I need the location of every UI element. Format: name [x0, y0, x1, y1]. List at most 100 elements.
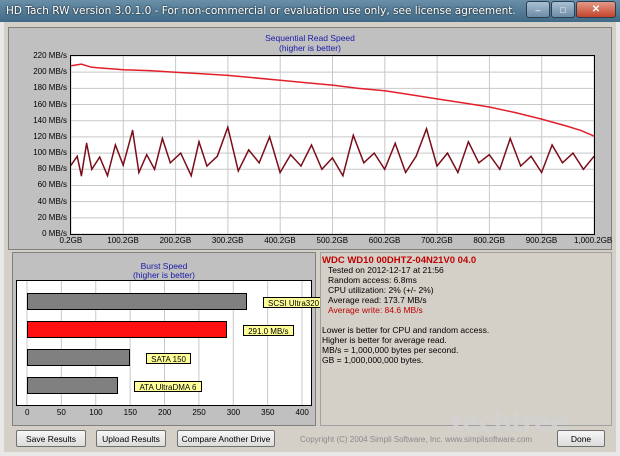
write-speed-series-point — [227, 126, 229, 128]
minimize-icon: – — [535, 4, 541, 15]
write-speed-series-point — [161, 137, 164, 140]
write-speed-series-point — [561, 162, 564, 164]
write-speed-series-point — [446, 152, 449, 154]
window-title: HD Tach RW version 3.0.1.0 - For non-com… — [6, 5, 516, 17]
write-speed-series-point — [106, 175, 109, 177]
write-speed-series-point — [394, 142, 396, 145]
read-speed-series-point — [112, 68, 114, 70]
write-speed-series-point — [509, 137, 511, 140]
seq-chart-subtitle: (higher is better) — [279, 43, 341, 53]
read-speed-series-point — [580, 129, 582, 132]
note-mbs: MB/s = 1,000,000 bytes per second. — [322, 345, 459, 355]
write-speed-series-point — [289, 154, 292, 156]
write-speed-series-point — [279, 171, 281, 174]
write-speed-series-point — [138, 171, 140, 174]
burst-chart-subtitle: (higher is better) — [133, 270, 195, 280]
write-speed-series-point — [425, 128, 428, 130]
seq-y-tick-label: 160 MB/s — [33, 99, 67, 109]
cpu-utilization: CPU utilization: 2% (+/- 2%) — [328, 285, 434, 295]
close-button[interactable]: ✕ — [576, 1, 616, 18]
sequential-read-chart — [71, 56, 594, 234]
seq-plot-area — [70, 55, 595, 235]
read-speed-series-point — [383, 90, 386, 92]
burst-x-tick-label: 350 — [261, 408, 275, 417]
seq-y-tick-label: 60 MB/s — [37, 180, 67, 190]
write-speed-series-point — [321, 168, 323, 170]
tested-on: Tested on 2012-12-17 at 21:56 — [328, 265, 444, 275]
write-speed-series-point — [467, 141, 470, 143]
write-speed-series-point — [499, 168, 501, 170]
write-speed-series-point — [85, 142, 88, 145]
window-controls: – □ ✕ — [525, 1, 616, 18]
burst-x-tick-label: 100 — [89, 408, 103, 417]
seq-x-tick-label: 500.2GB — [316, 236, 349, 245]
read-speed-series-point — [253, 77, 255, 79]
average-write: Average write: 84.6 MB/s — [328, 305, 423, 315]
write-speed-series-point — [572, 152, 574, 154]
read-speed-series-point — [436, 98, 438, 100]
read-speed-series-point — [200, 73, 203, 75]
read-speed-series-point — [331, 84, 334, 86]
write-speed-series-point — [91, 168, 93, 170]
write-speed-series-point — [436, 165, 438, 167]
burst-bar-label: ATA UltraDMA 6 — [134, 381, 202, 392]
write-speed-series-point — [206, 165, 208, 167]
write-speed-series-point — [352, 134, 355, 136]
done-button[interactable]: Done — [557, 430, 605, 447]
seq-y-tick-label: 120 MB/s — [33, 131, 67, 141]
write-speed-series-point — [153, 168, 156, 170]
close-icon: ✕ — [591, 4, 601, 15]
read-speed-series-point — [514, 111, 517, 114]
write-speed-series-point — [530, 155, 532, 158]
seq-x-tick-label: 100.2GB — [107, 236, 139, 245]
burst-x-tick-label: 250 — [192, 408, 206, 417]
read-speed-series-point — [80, 63, 83, 65]
write-speed-series-point — [540, 171, 543, 174]
note-cpu: Lower is better for CPU and random acces… — [322, 325, 490, 335]
write-speed-series-point — [373, 152, 375, 154]
burst-bar-reference — [27, 349, 131, 366]
burst-bar-label: SATA 150 — [146, 353, 191, 364]
burst-x-tick-label: 400 — [295, 408, 309, 417]
minimize-button[interactable]: – — [526, 1, 550, 18]
burst-bar-reference — [27, 293, 247, 310]
seq-y-tick-label: 40 MB/s — [37, 196, 67, 206]
write-speed-series-point — [331, 157, 334, 159]
burst-x-tick-label: 150 — [123, 408, 137, 417]
seq-y-tick-label: 220 MB/s — [33, 51, 67, 60]
average-read: Average read: 173.7 MB/s — [328, 295, 427, 305]
burst-bar-tested-drive — [27, 321, 228, 338]
maximize-button[interactable]: □ — [551, 1, 575, 18]
write-speed-series-point — [146, 154, 148, 156]
maximize-icon: □ — [560, 4, 566, 15]
read-speed-series-point — [567, 125, 569, 128]
burst-x-tick-label: 50 — [56, 408, 66, 417]
burst-x-tick-label: 300 — [226, 408, 241, 417]
read-speed-series-point — [488, 106, 490, 108]
seq-x-tick-label: 800.2GB — [473, 236, 505, 245]
write-speed-series-point — [342, 175, 344, 177]
seq-chart-title: Sequential Read Speed — [265, 33, 355, 43]
write-speed-series-point — [258, 162, 260, 164]
save-results-button[interactable]: Save Results — [16, 430, 86, 447]
seq-y-tick-label: 20 MB/s — [37, 212, 67, 222]
write-speed-series-point — [114, 144, 117, 146]
seq-x-tick-label: 900.2GB — [525, 236, 558, 245]
random-access: Random access: 6.8ms — [328, 275, 417, 285]
write-speed-series-point — [363, 162, 365, 164]
read-speed-series-point — [148, 69, 151, 72]
write-speed-series-point — [478, 162, 480, 164]
write-speed-series-point — [169, 162, 171, 164]
compare-drive-button[interactable]: Compare Another Drive — [177, 430, 275, 447]
write-speed-series-point — [415, 155, 417, 158]
write-speed-series-point — [190, 175, 192, 177]
write-speed-series-point — [404, 171, 407, 174]
seq-x-tick-label: 700.2GB — [421, 236, 453, 245]
write-speed-series-point — [383, 168, 386, 170]
seq-x-tick-label: 200.2GB — [159, 236, 192, 245]
upload-results-button[interactable]: Upload Results — [96, 430, 166, 447]
read-speed-series-point — [357, 87, 360, 90]
seq-x-tick-label: 1,000.2GB — [574, 236, 613, 245]
write-speed-series-point — [76, 155, 78, 158]
read-speed-series-point — [91, 66, 93, 69]
